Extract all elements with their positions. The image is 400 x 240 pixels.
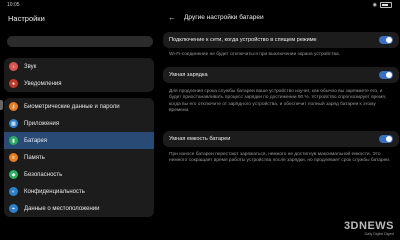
sidebar-item-label: Приложения xyxy=(24,120,60,127)
page-title: Другие настройки батареи xyxy=(184,14,264,21)
sidebar-item-label: Уведомления xyxy=(24,80,62,87)
sidebar-item-security[interactable]: ◆ Безопасность xyxy=(4,166,154,183)
status-bar: 10:05 ◉ xyxy=(0,0,400,10)
sidebar-menu: ♪ Звук ● Уведомления ⚷ Биометрические да… xyxy=(4,58,154,223)
watermark-title: 3DNEWS xyxy=(343,220,394,232)
sidebar-item-notifications[interactable]: ● Уведомления xyxy=(4,75,154,92)
setting-card-smart-charging: Умная зарядка xyxy=(163,67,399,83)
battery-status-icon xyxy=(380,2,392,8)
setting-label: Умная емкость батареи xyxy=(169,136,231,142)
shield-icon: ◆ xyxy=(9,170,18,179)
setting-label: Умная зарядка xyxy=(169,72,208,78)
sidebar-item-biometrics[interactable]: ⚷ Биометрические данные и пароли xyxy=(4,98,154,115)
watermark-subtitle: Daily Digital Digest xyxy=(364,232,394,236)
sidebar-group-sound: ♪ Звук ● Уведомления xyxy=(4,58,154,92)
setting-row-smart-charging[interactable]: Умная зарядка xyxy=(163,67,399,83)
search-bar[interactable] xyxy=(7,36,153,47)
setting-note: Для продления срока службы батареи ваше … xyxy=(169,89,387,113)
battery-settings-panel: ← Другие настройки батареи Подключение к… xyxy=(160,10,400,240)
setting-label: Подключение к сети, когда устройство в с… xyxy=(169,37,317,43)
sidebar-item-label: Звук xyxy=(24,63,37,70)
sidebar-item-label: Память xyxy=(24,154,45,161)
wifi-icon: ◉ xyxy=(372,2,377,8)
apps-icon: ▦ xyxy=(9,119,18,128)
sidebar-item-apps[interactable]: ▦ Приложения xyxy=(4,115,154,132)
setting-row-smart-capacity[interactable]: Умная емкость батареи xyxy=(163,131,399,147)
setting-card-network-sleep: Подключение к сети, когда устройство в с… xyxy=(163,32,399,48)
settings-sidebar: Настройки ♪ Звук ● Уведомления ⚷ Биометр… xyxy=(0,10,160,240)
battery-icon: ▮ xyxy=(9,136,18,145)
sidebar-group-main: ⚷ Биометрические данные и пароли ▦ Прило… xyxy=(4,98,154,217)
network-sleep-toggle[interactable] xyxy=(379,36,393,44)
sidebar-item-sound[interactable]: ♪ Звук xyxy=(4,58,154,75)
sidebar-item-label: Биометрические данные и пароли xyxy=(24,103,120,110)
setting-note: При износе батареи перестают заряжаться,… xyxy=(169,152,391,164)
sidebar-item-label: Данные о местоположении xyxy=(24,205,100,212)
scroll-indicator xyxy=(0,100,3,110)
setting-note: Wi-Fi-соединение не будет отключаться пр… xyxy=(169,52,341,57)
sidebar-item-storage[interactable]: ≡ Память xyxy=(4,149,154,166)
sidebar-item-privacy[interactable]: ◐ Конфиденциальность xyxy=(4,183,154,200)
setting-row-network-sleep[interactable]: Подключение к сети, когда устройство в с… xyxy=(163,32,399,48)
smart-charging-toggle[interactable] xyxy=(379,71,393,79)
panel-header: ← Другие настройки батареи xyxy=(168,13,264,22)
smart-capacity-toggle[interactable] xyxy=(379,135,393,143)
setting-card-smart-capacity: Умная емкость батареи xyxy=(163,131,399,147)
status-time: 10:05 xyxy=(7,2,20,8)
storage-icon: ≡ xyxy=(9,153,18,162)
sidebar-item-label: Конфиденциальность xyxy=(24,188,85,195)
volume-icon: ♪ xyxy=(9,62,18,71)
sidebar-title: Настройки xyxy=(8,14,45,23)
key-icon: ⚷ xyxy=(9,102,18,111)
bell-icon: ● xyxy=(9,79,18,88)
watermark-logo: 3DNEWS Daily Digital Digest xyxy=(344,220,394,236)
sidebar-item-label: Безопасность xyxy=(24,171,63,178)
privacy-icon: ◐ xyxy=(9,187,18,196)
sidebar-item-location[interactable]: ⌖ Данные о местоположении xyxy=(4,200,154,217)
location-icon: ⌖ xyxy=(9,204,18,213)
sidebar-item-battery[interactable]: ▮ Батарея xyxy=(4,132,154,149)
sidebar-item-label: Батарея xyxy=(24,137,48,144)
back-arrow-icon[interactable]: ← xyxy=(168,13,176,22)
